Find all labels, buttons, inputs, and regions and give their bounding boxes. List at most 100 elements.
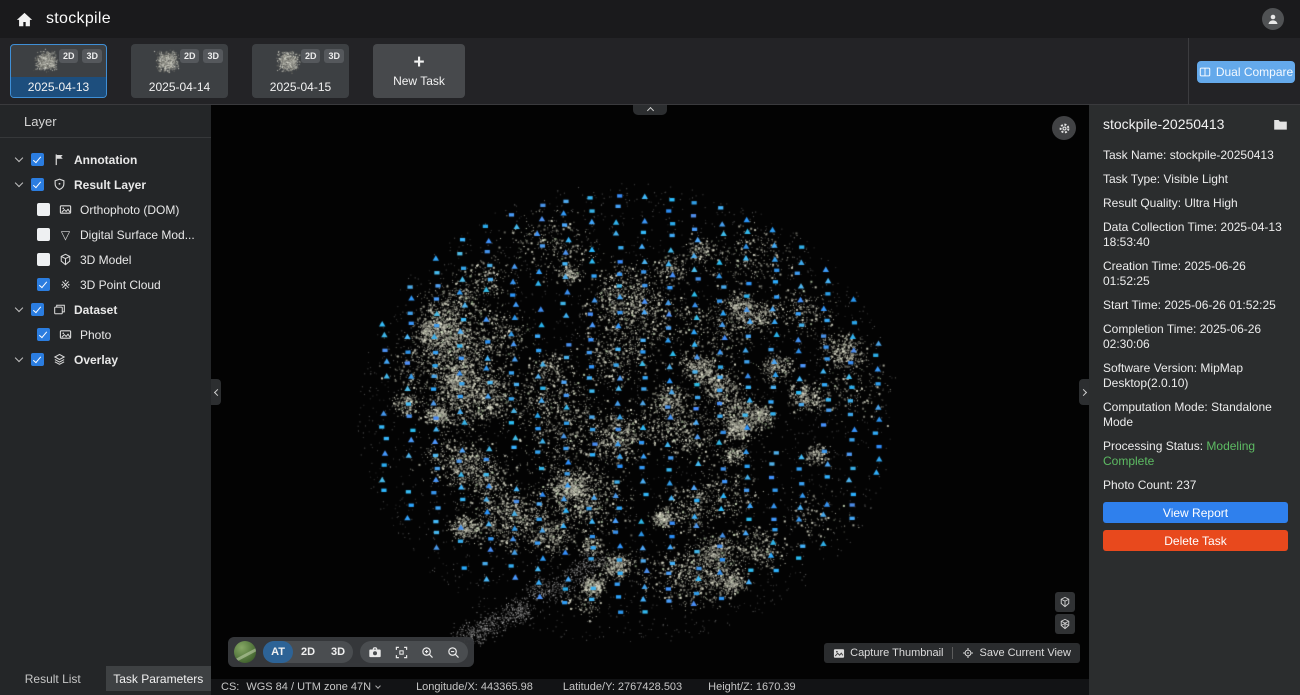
save-current-view-label: Save Current View: [979, 647, 1071, 659]
chevron-up-icon: [646, 107, 653, 114]
badge-3d[interactable]: 3D: [82, 49, 102, 63]
tree-item-3d-model[interactable]: 3D Model: [0, 247, 211, 272]
mode-button-2d[interactable]: 2D: [293, 641, 323, 663]
tab-result-list[interactable]: Result List: [0, 666, 106, 691]
checkbox-dataset[interactable]: [31, 303, 44, 316]
status-bar: CS: WGS 84 / UTM zone 47N Longitude/X: 4…: [211, 679, 1089, 695]
mode-button-3d[interactable]: 3D: [323, 641, 353, 663]
top-bar: stockpile: [0, 0, 1300, 38]
fit-frame-icon: [395, 646, 408, 659]
checkbox-3d-model[interactable]: [37, 253, 50, 266]
task-date: 2025-04-13: [11, 77, 106, 97]
checkbox-dsm[interactable]: [37, 228, 50, 241]
caret-down-icon[interactable]: [16, 308, 31, 311]
home-icon[interactable]: [16, 12, 33, 27]
tree-item-result-layer[interactable]: Result Layer: [0, 172, 211, 197]
strip-divider: [1188, 38, 1189, 105]
tree-item-dsm[interactable]: ▽ Digital Surface Mod...: [0, 222, 211, 247]
flag-icon: [52, 153, 67, 166]
zoom-in-button[interactable]: [414, 641, 440, 663]
viewport-toolbar: AT 2D 3D: [228, 637, 474, 667]
dual-compare-button[interactable]: Dual Compare: [1197, 61, 1295, 83]
fit-view-button[interactable]: [388, 641, 414, 663]
mode-button-at[interactable]: AT: [263, 641, 293, 663]
open-folder-button[interactable]: [1273, 118, 1288, 131]
tree-label: Annotation: [74, 153, 137, 167]
tree-item-dataset[interactable]: Dataset: [0, 297, 211, 322]
chevron-left-icon: [213, 388, 220, 395]
viewport-tools: [360, 641, 468, 663]
badge-2d[interactable]: 2D: [59, 49, 79, 63]
detail-field: Task Name: stockpile-20250413: [1103, 148, 1288, 163]
badge-2d[interactable]: 2D: [301, 49, 321, 63]
photo-icon: [58, 328, 73, 341]
delete-task-button[interactable]: Delete Task: [1103, 530, 1288, 551]
new-task-label: New Task: [393, 74, 445, 88]
task-card[interactable]: 2D 3D 2025-04-13: [10, 44, 107, 98]
screenshot-button[interactable]: [362, 641, 388, 663]
map-preview-thumbnail[interactable]: [234, 641, 256, 663]
user-avatar[interactable]: [1262, 8, 1284, 30]
caret-down-icon[interactable]: [16, 158, 31, 161]
save-current-view-button[interactable]: Save Current View: [953, 643, 1080, 663]
detail-field: Start Time: 2025-06-26 01:52:25: [1103, 298, 1288, 313]
checkbox-photo[interactable]: [37, 328, 50, 341]
folder-icon: [1273, 118, 1288, 131]
checkbox-overlay[interactable]: [31, 353, 44, 366]
viewport-3d: AT 2D 3D: [211, 105, 1089, 679]
camera-icon: [368, 646, 382, 659]
view-cube-bottom-button[interactable]: [1055, 614, 1075, 634]
point-cloud-canvas[interactable]: [211, 105, 1089, 679]
task-card[interactable]: 2D 3D 2025-04-14: [131, 44, 228, 98]
checkbox-orthophoto[interactable]: [37, 203, 50, 216]
badge-3d[interactable]: 3D: [324, 49, 344, 63]
point-cloud-icon: ※: [58, 279, 73, 291]
collapse-left-panel-handle[interactable]: [211, 379, 221, 405]
caret-down-icon[interactable]: [16, 183, 31, 186]
tree-item-overlay[interactable]: Overlay: [0, 347, 211, 372]
task-details-panel: stockpile-20250413 Task Name: stockpile-…: [1089, 105, 1300, 695]
layer-tree: Annotation Result Layer Orthophoto (DOM: [0, 138, 211, 372]
tab-task-parameters[interactable]: Task Parameters: [106, 666, 212, 691]
collapse-right-panel-handle[interactable]: [1079, 379, 1089, 405]
image-icon: [833, 648, 845, 659]
view-cube-buttons: [1055, 592, 1075, 634]
detail-field: Photo Count: 237: [1103, 478, 1288, 493]
tree-item-photo[interactable]: Photo: [0, 322, 211, 347]
detail-field-processing-status: Processing Status: Modeling Complete: [1103, 439, 1288, 469]
dsm-triangle-icon: ▽: [58, 229, 73, 241]
tree-item-annotation[interactable]: Annotation: [0, 147, 211, 172]
display-settings-button[interactable]: [1052, 116, 1076, 140]
shield-icon: [52, 178, 67, 191]
crs-selector[interactable]: WGS 84 / UTM zone 47N: [246, 681, 380, 693]
badge-2d[interactable]: 2D: [180, 49, 200, 63]
tree-item-3d-point-cloud[interactable]: ※ 3D Point Cloud: [0, 272, 211, 297]
viewport-column: AT 2D 3D: [211, 105, 1089, 695]
zoom-out-button[interactable]: [440, 641, 466, 663]
checkbox-result-layer[interactable]: [31, 178, 44, 191]
view-cube-top-button[interactable]: [1055, 592, 1075, 612]
tree-item-orthophoto[interactable]: Orthophoto (DOM): [0, 197, 211, 222]
crs-value: WGS 84 / UTM zone 47N: [246, 681, 371, 693]
new-task-button[interactable]: + New Task: [373, 44, 465, 98]
chevron-down-icon: [375, 683, 381, 689]
view-report-button[interactable]: View Report: [1103, 502, 1288, 523]
detail-field: Computation Mode: Standalone Mode: [1103, 400, 1288, 430]
tree-label: 3D Point Cloud: [80, 278, 161, 292]
collapse-strip-handle[interactable]: [633, 105, 667, 115]
checkbox-annotation[interactable]: [31, 153, 44, 166]
badge-3d[interactable]: 3D: [203, 49, 223, 63]
task-thumbnail: 2D 3D: [253, 45, 348, 77]
detail-field: Software Version: MipMap Desktop(2.0.10): [1103, 361, 1288, 391]
left-bottom-tabs: Result List Task Parameters: [0, 666, 211, 691]
capture-thumbnail-button[interactable]: Capture Thumbnail: [824, 643, 952, 663]
task-card[interactable]: 2D 3D 2025-04-15: [252, 44, 349, 98]
task-title: stockpile-20250413: [1103, 116, 1224, 132]
app-title: stockpile: [46, 10, 111, 28]
zoom-in-icon: [421, 646, 434, 659]
target-icon: [962, 647, 974, 659]
caret-down-icon[interactable]: [16, 358, 31, 361]
tree-label: Dataset: [74, 303, 117, 317]
checkbox-3d-point-cloud[interactable]: [37, 278, 50, 291]
layer-panel: Layer Annotation Result Layer: [0, 105, 211, 695]
